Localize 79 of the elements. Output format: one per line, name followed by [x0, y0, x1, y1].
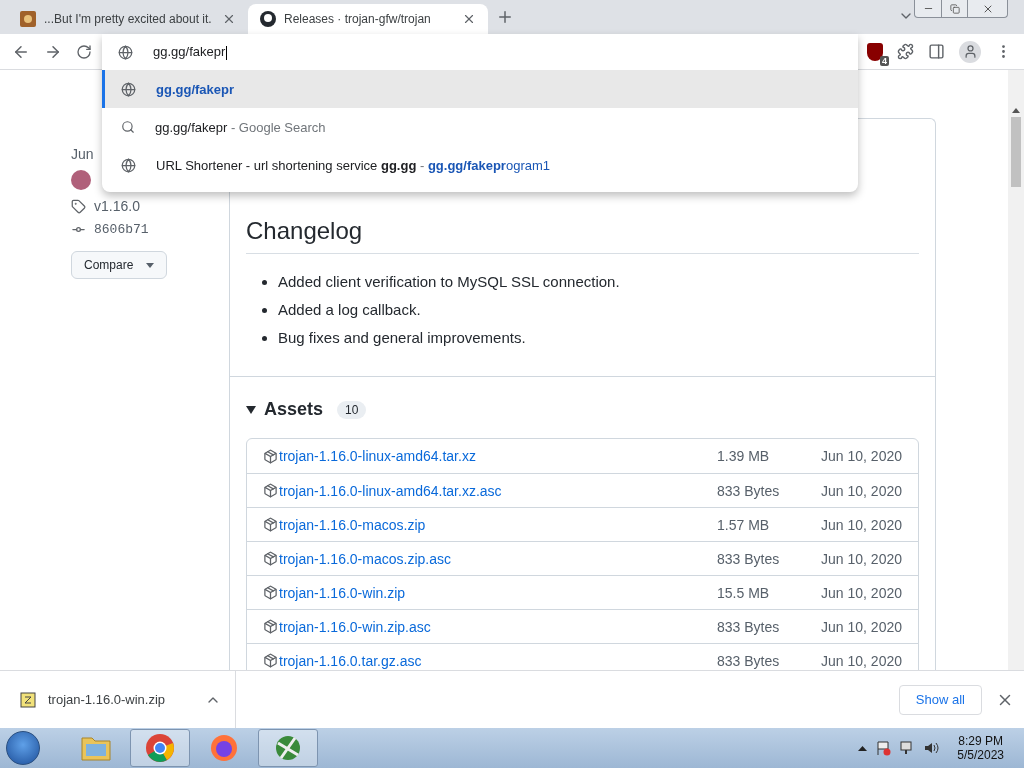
asset-size: 833 Bytes [717, 482, 781, 499]
asset-link[interactable]: trojan-1.16.0-macos.zip.asc [279, 550, 718, 567]
changelog-item: Added client verification to MySQL SSL connection. [278, 272, 620, 292]
compare-button[interactable]: Compare [71, 251, 167, 279]
show-all-button[interactable]: Show all [898, 684, 982, 715]
asset-date: Jun 10, 2020 [821, 652, 902, 669]
tag-icon [71, 198, 86, 214]
close-icon[interactable] [222, 12, 236, 26]
asset-date: Jun 10, 2020 [821, 482, 902, 499]
package-icon [263, 483, 278, 498]
package-icon [263, 619, 278, 634]
asset-link[interactable]: trojan-1.16.0-macos.zip [279, 516, 718, 533]
suggestion-item[interactable]: gg.gg/fakepr - Google Search [102, 108, 858, 146]
changelog-item: Added a log callback. [278, 300, 421, 320]
package-icon [263, 585, 278, 600]
new-tab-icon[interactable] [496, 8, 514, 26]
expand-triangle-icon[interactable] [246, 405, 256, 414]
scrollbar-thumb[interactable] [1011, 117, 1021, 187]
asset-link[interactable]: trojan-1.16.0-win.zip.asc [279, 618, 718, 635]
asset-date: Jun 10, 2020 [821, 618, 902, 635]
close-icon[interactable] [462, 12, 476, 26]
profile-icon[interactable] [959, 40, 981, 63]
firefox-icon[interactable] [209, 733, 239, 763]
clock-time[interactable]: 8:29 PM [958, 734, 1003, 748]
asset-date: Jun 10, 2020 [821, 448, 902, 464]
asset-link[interactable]: trojan-1.16.0-linux-amd64.tar.xz [279, 448, 718, 464]
extension-badge: 4 [880, 55, 889, 66]
asset-link[interactable]: trojan-1.16.0-linux-amd64.tar.xz.asc [279, 482, 718, 499]
suggestion-item[interactable]: URL Shortener - url shortening service gg.gg - gg.gg/fakeprogram1 [102, 146, 858, 184]
bullet-icon [262, 279, 267, 285]
browser-tab[interactable]: ...But I'm pretty excited about it. [8, 4, 248, 34]
bullet-icon [262, 335, 267, 341]
favicon [20, 11, 36, 27]
restore-icon [949, 3, 960, 14]
assets-heading[interactable]: Assets [264, 399, 324, 420]
zip-file-icon [20, 691, 36, 708]
address-field[interactable]: gg.gg/fakepr [153, 44, 228, 60]
asset-size: 1.39 MB [717, 448, 771, 464]
start-button[interactable] [6, 731, 40, 765]
search-icon [121, 120, 135, 134]
tray-expand-icon[interactable] [858, 745, 868, 751]
asset-size: 833 Bytes [717, 550, 781, 567]
reload-icon[interactable] [76, 43, 92, 60]
commit-link[interactable]: 8606b71 [94, 222, 149, 237]
tab-title: ...But I'm pretty excited about it. [44, 12, 213, 26]
asset-link[interactable]: trojan-1.16.0.tar.gz.asc [279, 652, 718, 669]
flag-icon[interactable] [875, 740, 892, 756]
package-icon [263, 517, 278, 532]
package-icon [263, 551, 278, 566]
tab-title: Releases · trojan-gfw/trojan [284, 12, 432, 26]
avatar [71, 170, 91, 190]
asset-size: 833 Bytes [717, 618, 781, 635]
asset-date: Jun 10, 2020 [821, 584, 902, 601]
package-icon [263, 448, 278, 464]
asset-size: 1.57 MB [717, 516, 771, 533]
caret-icon [146, 262, 154, 268]
package-icon [263, 653, 278, 668]
scrollbar[interactable] [1008, 70, 1024, 670]
changelog-item: Bug fixes and general improvements. [278, 328, 526, 348]
browser-tab[interactable]: Releases · trojan-gfw/trojan [248, 4, 488, 34]
clock-date[interactable]: 5/5/2023 [957, 748, 1004, 762]
asset-size: 15.5 MB [717, 584, 771, 601]
chrome-icon[interactable] [145, 733, 175, 763]
volume-icon[interactable] [923, 740, 940, 756]
shield-icon[interactable] [867, 42, 883, 61]
suggestion-item[interactable]: gg.gg/fakepr [102, 70, 858, 108]
scroll-up-icon[interactable] [1012, 108, 1020, 113]
bullet-icon [262, 307, 267, 313]
puzzle-icon[interactable] [897, 43, 914, 60]
asset-size: 833 Bytes [717, 652, 781, 669]
release-date: Jun [71, 146, 95, 162]
asset-date: Jun 10, 2020 [821, 516, 902, 533]
section-heading: Changelog [246, 217, 919, 254]
side-panel-icon[interactable] [928, 43, 945, 60]
tag-link[interactable]: v1.16.0 [94, 198, 140, 214]
download-filename[interactable]: trojan-1.16.0-win.zip [48, 692, 166, 707]
asset-date: Jun 10, 2020 [821, 550, 902, 567]
asset-count: 10 [337, 400, 367, 419]
asset-link[interactable]: trojan-1.16.0-win.zip [279, 584, 718, 601]
